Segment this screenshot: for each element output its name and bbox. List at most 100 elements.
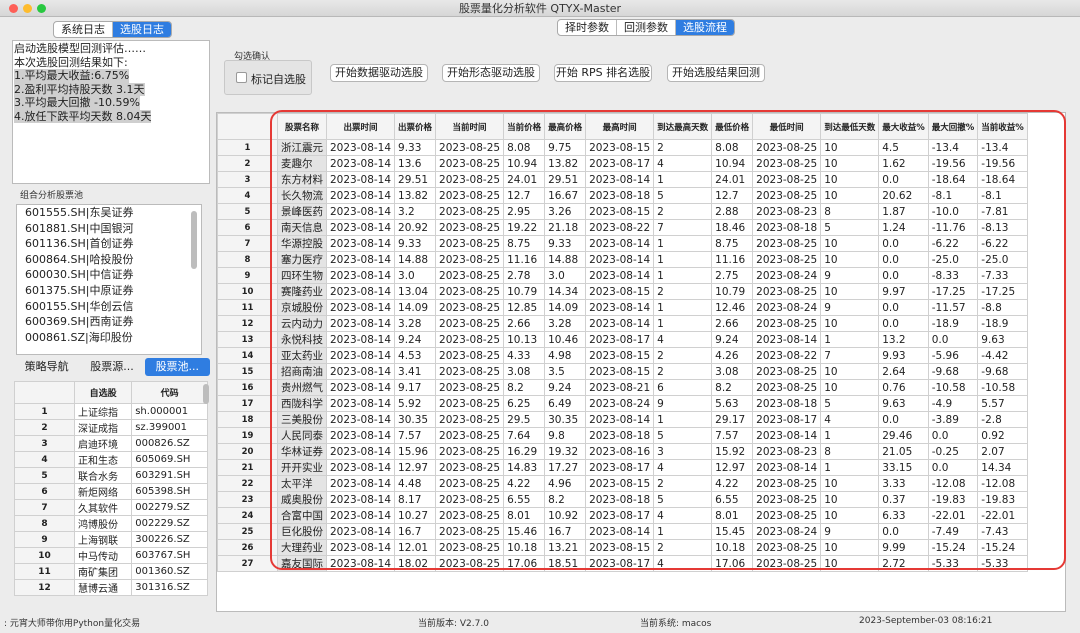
table-cell[interactable]: 2023-08-25 bbox=[435, 347, 505, 364]
table-cell[interactable]: 2023-08-25 bbox=[435, 235, 505, 252]
list-item[interactable]: 600030.SH|中信证券 bbox=[17, 267, 201, 283]
table-cell[interactable]: -5.33 bbox=[927, 555, 979, 572]
table-cell[interactable]: 5.63 bbox=[711, 395, 754, 412]
table-cell[interactable]: 5 bbox=[820, 219, 880, 236]
column-header[interactable] bbox=[217, 113, 278, 140]
table-cell[interactable]: 2023-08-14 bbox=[325, 251, 396, 268]
table-cell[interactable]: 10 bbox=[820, 235, 880, 252]
column-header[interactable]: 到达最高天数 bbox=[653, 113, 713, 140]
table-cell[interactable]: 2.66 bbox=[711, 315, 754, 332]
tab-system-log[interactable]: 系统日志 bbox=[54, 22, 113, 37]
table-cell[interactable]: 中马传动 bbox=[73, 547, 133, 564]
table-cell[interactable]: 麦趣尔 bbox=[277, 155, 327, 172]
table-cell[interactable]: 2023-08-18 bbox=[585, 427, 655, 444]
table-cell[interactable]: 10 bbox=[820, 187, 880, 204]
table-cell[interactable]: 4.96 bbox=[544, 475, 587, 492]
table-cell[interactable]: 8 bbox=[820, 203, 880, 220]
table-cell[interactable]: 0.76 bbox=[878, 379, 929, 396]
table-cell[interactable]: 2023-08-25 bbox=[435, 171, 505, 188]
table-cell[interactable]: 6 bbox=[653, 379, 713, 396]
table-cell[interactable]: 3.08 bbox=[711, 363, 754, 380]
table-cell[interactable]: 2023-08-14 bbox=[325, 539, 396, 556]
table-cell[interactable]: 2023-08-14 bbox=[325, 283, 396, 300]
table-cell[interactable]: -17.25 bbox=[977, 283, 1028, 300]
table-cell[interactable]: 2023-08-25 bbox=[435, 475, 505, 492]
minimize-window-icon[interactable] bbox=[23, 4, 32, 13]
table-cell[interactable]: 2 bbox=[653, 203, 713, 220]
table-row[interactable]: 22 太平洋 2023-08-14 4.48 2023-08-25 4.22 4.96 202… bbox=[217, 475, 1028, 492]
table-cell[interactable]: 5 bbox=[653, 427, 713, 444]
table-cell[interactable]: 6.25 bbox=[503, 395, 546, 412]
table-cell[interactable]: 2023-08-17 bbox=[585, 507, 655, 524]
table-cell[interactable]: 2023-08-14 bbox=[752, 427, 822, 444]
table-cell[interactable]: 2023-08-14 bbox=[325, 171, 396, 188]
table-cell[interactable]: 2023-08-14 bbox=[585, 235, 655, 252]
column-header[interactable]: 出票价格 bbox=[394, 113, 437, 140]
table-cell[interactable]: 8.01 bbox=[503, 507, 546, 524]
table-row[interactable]: 10 赛隆药业 2023-08-14 13.04 2023-08-25 10.79 14.3… bbox=[217, 283, 1028, 300]
table-cell[interactable]: -0.25 bbox=[927, 443, 979, 460]
table-cell[interactable]: 鸿博股份 bbox=[73, 515, 133, 532]
table-cell[interactable]: 10.27 bbox=[394, 507, 437, 524]
table-cell[interactable]: 3.0 bbox=[544, 267, 587, 284]
table-cell[interactable]: 21.18 bbox=[544, 219, 587, 236]
table-cell[interactable]: 开开实业 bbox=[277, 459, 327, 476]
table-cell[interactable]: 6.55 bbox=[503, 491, 546, 508]
table-cell[interactable]: 16.7 bbox=[394, 523, 437, 540]
table-row[interactable]: 25 巨化股份 2023-08-14 16.7 2023-08-25 15.46 16.7 2… bbox=[217, 523, 1028, 540]
table-cell[interactable]: 9.8 bbox=[544, 427, 587, 444]
table-cell[interactable]: 29.46 bbox=[878, 427, 929, 444]
watchlist-scrollbar[interactable] bbox=[203, 384, 209, 404]
table-cell[interactable]: 9.33 bbox=[394, 235, 437, 252]
table-cell[interactable]: -19.83 bbox=[927, 491, 979, 508]
table-cell[interactable]: 1 bbox=[653, 171, 713, 188]
table-cell[interactable]: 9 bbox=[820, 299, 880, 316]
table-cell[interactable]: 嘉友国际 bbox=[277, 555, 327, 572]
table-cell[interactable]: 0.0 bbox=[927, 331, 979, 348]
table-cell[interactable]: 2023-08-24 bbox=[752, 267, 822, 284]
table-cell[interactable]: 2023-08-25 bbox=[752, 363, 822, 380]
table-cell[interactable]: 8.08 bbox=[711, 139, 754, 156]
mark-watchlist-checkbox[interactable] bbox=[236, 72, 247, 83]
table-row[interactable]: 23 威奥股份 2023-08-14 8.17 2023-08-25 6.55 8.2 202… bbox=[217, 491, 1028, 508]
table-cell[interactable]: 10 bbox=[820, 539, 880, 556]
table-cell[interactable]: 2023-08-25 bbox=[435, 155, 505, 172]
table-cell[interactable]: 2023-08-25 bbox=[752, 475, 822, 492]
table-cell[interactable]: 10 bbox=[820, 251, 880, 268]
table-cell[interactable]: 2023-08-15 bbox=[585, 347, 655, 364]
table-cell[interactable]: 南矿集团 bbox=[73, 563, 133, 580]
table-cell[interactable]: 13.21 bbox=[544, 539, 587, 556]
table-cell[interactable]: 4.22 bbox=[503, 475, 546, 492]
table-cell[interactable]: 002229.SZ bbox=[131, 515, 208, 532]
table-cell[interactable]: 0.0 bbox=[878, 523, 929, 540]
table-cell[interactable]: 9.63 bbox=[878, 395, 929, 412]
table-cell[interactable]: 2023-08-14 bbox=[325, 315, 396, 332]
table-cell[interactable]: 浙江震元 bbox=[277, 139, 327, 156]
table-cell[interactable]: 2023-08-25 bbox=[752, 491, 822, 508]
table-cell[interactable]: 2 bbox=[653, 139, 713, 156]
table-row[interactable]: 18 三美股份 2023-08-14 30.35 2023-08-25 29.5 30.35… bbox=[217, 411, 1028, 428]
table-cell[interactable]: 18.51 bbox=[544, 555, 587, 572]
table-row[interactable]: 9 上海钢联 300226.SZ bbox=[14, 531, 208, 548]
table-cell[interactable]: 3.28 bbox=[394, 315, 437, 332]
table-cell[interactable]: 10.18 bbox=[503, 539, 546, 556]
zoom-window-icon[interactable] bbox=[37, 4, 46, 13]
table-cell[interactable]: 2023-08-25 bbox=[435, 459, 505, 476]
table-cell[interactable]: 三美股份 bbox=[277, 411, 327, 428]
table-row[interactable]: 11 南矿集团 001360.SZ bbox=[14, 563, 208, 580]
table-cell[interactable]: 30.35 bbox=[544, 411, 587, 428]
table-cell[interactable]: 14.09 bbox=[544, 299, 587, 316]
table-cell[interactable]: 17.27 bbox=[544, 459, 587, 476]
table-cell[interactable]: 7.64 bbox=[503, 427, 546, 444]
column-header[interactable]: 股票名称 bbox=[277, 113, 327, 140]
column-header[interactable]: 最大回撤% bbox=[927, 113, 979, 140]
table-cell[interactable]: 2023-08-14 bbox=[752, 331, 822, 348]
table-cell[interactable]: 5 bbox=[653, 187, 713, 204]
table-row[interactable]: 12 慧博云通 301316.SZ bbox=[14, 579, 208, 596]
table-cell[interactable]: -8.33 bbox=[927, 267, 979, 284]
table-cell[interactable]: 2023-08-25 bbox=[435, 315, 505, 332]
table-cell[interactable]: 8.2 bbox=[503, 379, 546, 396]
table-cell[interactable]: 2023-08-25 bbox=[752, 235, 822, 252]
table-cell[interactable]: 17.06 bbox=[503, 555, 546, 572]
table-cell[interactable]: 1 bbox=[820, 427, 880, 444]
